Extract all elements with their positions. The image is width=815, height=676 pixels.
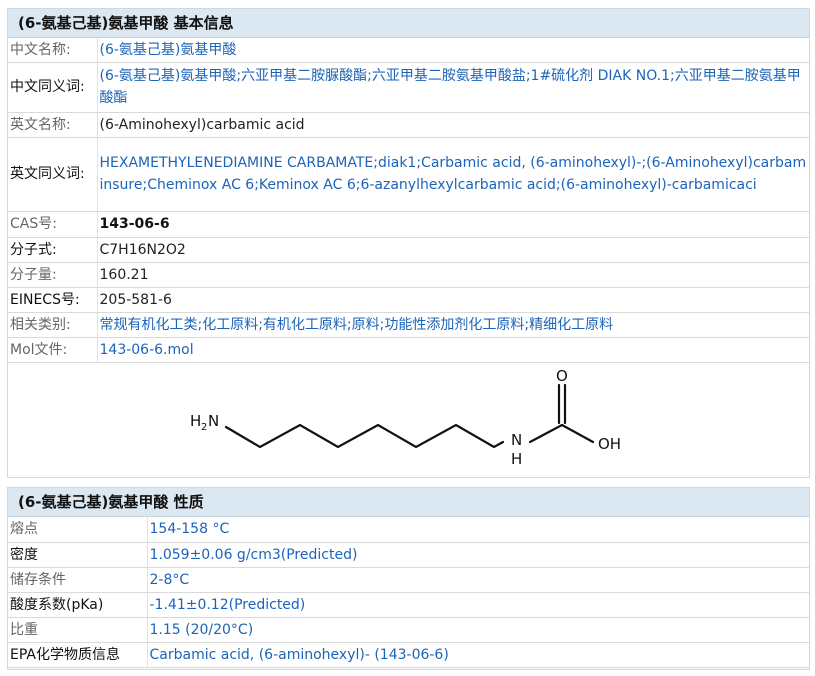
label-epa: EPA化学物质信息 xyxy=(8,642,148,668)
hexyl-chain xyxy=(224,423,505,448)
value-mol-file[interactable]: 143-06-6.mol xyxy=(97,337,809,363)
row-epa: EPA化学物质信息 Carbamic acid, (6-aminohexyl)-… xyxy=(8,642,809,668)
value-formula: C7H16N2O2 xyxy=(97,237,809,263)
label-molecular-weight: 分子量: xyxy=(8,262,98,288)
row-categories: 相关类别: 常规有机化工类;化工原料;有机化工原料;原料;功能性添加剂化工原料;… xyxy=(8,312,809,338)
label-mol-file: Mol文件: xyxy=(8,337,98,363)
amine-h-label: H xyxy=(190,412,201,430)
c-oh-bond xyxy=(560,423,595,443)
basic-info-table: 中文名称: (6-氨基己基)氨基甲酸 中文同义词: (6-氨基己基)氨基甲酸;六… xyxy=(8,38,809,485)
row-chinese-synonyms: 中文同义词: (6-氨基己基)氨基甲酸;六亚甲基二胺脲酸酯;六亚甲基二胺氨基甲酸… xyxy=(8,62,809,113)
label-cas: CAS号: xyxy=(8,211,98,238)
label-formula: 分子式: xyxy=(8,237,98,263)
row-specific-gravity: 比重 1.15 (20/20°C) xyxy=(8,617,809,643)
label-einecs: EINECS号: xyxy=(8,287,98,313)
label-categories: 相关类别: xyxy=(8,312,98,338)
amine-n-label: N xyxy=(208,412,219,430)
label-chinese-name: 中文名称: xyxy=(8,38,98,63)
row-melting-point: 熔点 154-158 °C xyxy=(8,517,809,543)
row-structure: H 2 N N H O OH xyxy=(8,362,809,485)
structure-cell: H 2 N N H O OH xyxy=(8,362,809,485)
structure-diagram: H 2 N N H O OH xyxy=(190,367,621,468)
row-density: 密度 1.059±0.06 g/cm3(Predicted) xyxy=(8,542,809,568)
row-cas: CAS号: 143-06-6 xyxy=(8,211,809,238)
value-specific-gravity: 1.15 (20/20°C) xyxy=(147,617,809,643)
label-storage: 储存条件 xyxy=(8,567,148,593)
properties-section: (6-氨基己基)氨基甲酸 性质 熔点 154-158 °C 密度 1.059±0… xyxy=(7,487,810,670)
value-melting-point: 154-158 °C xyxy=(147,517,809,543)
label-specific-gravity: 比重 xyxy=(8,617,148,643)
value-storage: 2-8°C xyxy=(147,567,809,593)
label-english-synonyms: 英文同义词: xyxy=(8,137,98,212)
value-chinese-synonyms[interactable]: (6-氨基己基)氨基甲酸;六亚甲基二胺脲酸酯;六亚甲基二胺氨基甲酸盐;1#硫化剂… xyxy=(97,62,809,113)
row-chinese-name: 中文名称: (6-氨基己基)氨基甲酸 xyxy=(8,38,809,63)
n-c-bond xyxy=(528,423,564,443)
value-english-synonyms[interactable]: HEXAMETHYLENEDIAMINE CARBAMATE;diak1;Car… xyxy=(97,137,809,212)
label-chinese-synonyms: 中文同义词: xyxy=(8,62,98,113)
row-english-synonyms: 英文同义词: HEXAMETHYLENEDIAMINE CARBAMATE;di… xyxy=(8,137,809,212)
amine-subscript: 2 xyxy=(201,422,207,433)
value-einecs: 205-581-6 xyxy=(97,287,809,313)
value-chinese-name[interactable]: (6-氨基己基)氨基甲酸 xyxy=(97,38,809,63)
row-storage: 储存条件 2-8°C xyxy=(8,567,809,593)
row-molecular-weight: 分子量: 160.21 xyxy=(8,262,809,288)
nh-n-label: N xyxy=(511,431,522,449)
carbonyl-o-label: O xyxy=(556,367,568,385)
properties-title: (6-氨基己基)氨基甲酸 性质 xyxy=(8,488,809,517)
value-cas: 143-06-6 xyxy=(97,211,809,238)
value-density: 1.059±0.06 g/cm3(Predicted) xyxy=(147,542,809,568)
value-categories[interactable]: 常规有机化工类;化工原料;有机化工原料;原料;功能性添加剂化工原料;精细化工原料 xyxy=(97,312,809,338)
value-pka: -1.41±0.12(Predicted) xyxy=(147,592,809,618)
nh-h-label: H xyxy=(511,450,522,468)
value-epa[interactable]: Carbamic acid, (6-aminohexyl)- (143-06-6… xyxy=(147,642,809,668)
row-pka: 酸度系数(pKa) -1.41±0.12(Predicted) xyxy=(8,592,809,618)
value-english-name: (6-Aminohexyl)carbamic acid xyxy=(97,112,809,138)
label-english-name: 英文名称: xyxy=(8,112,98,138)
label-melting-point: 熔点 xyxy=(8,517,148,543)
row-einecs: EINECS号: 205-581-6 xyxy=(8,287,809,313)
hydroxyl-label: OH xyxy=(598,435,621,453)
row-english-name: 英文名称: (6-Aminohexyl)carbamic acid xyxy=(8,112,809,138)
value-molecular-weight: 160.21 xyxy=(97,262,809,288)
basic-info-section: (6-氨基己基)氨基甲酸 基本信息 中文名称: (6-氨基己基)氨基甲酸 中文同… xyxy=(7,8,810,478)
label-pka: 酸度系数(pKa) xyxy=(8,592,148,618)
row-mol-file: Mol文件: 143-06-6.mol xyxy=(8,337,809,363)
properties-table: 熔点 154-158 °C 密度 1.059±0.06 g/cm3(Predic… xyxy=(8,517,809,668)
structure-bonds xyxy=(224,383,595,448)
row-formula: 分子式: C7H16N2O2 xyxy=(8,237,809,263)
basic-info-title: (6-氨基己基)氨基甲酸 基本信息 xyxy=(8,9,809,38)
label-density: 密度 xyxy=(8,542,148,568)
